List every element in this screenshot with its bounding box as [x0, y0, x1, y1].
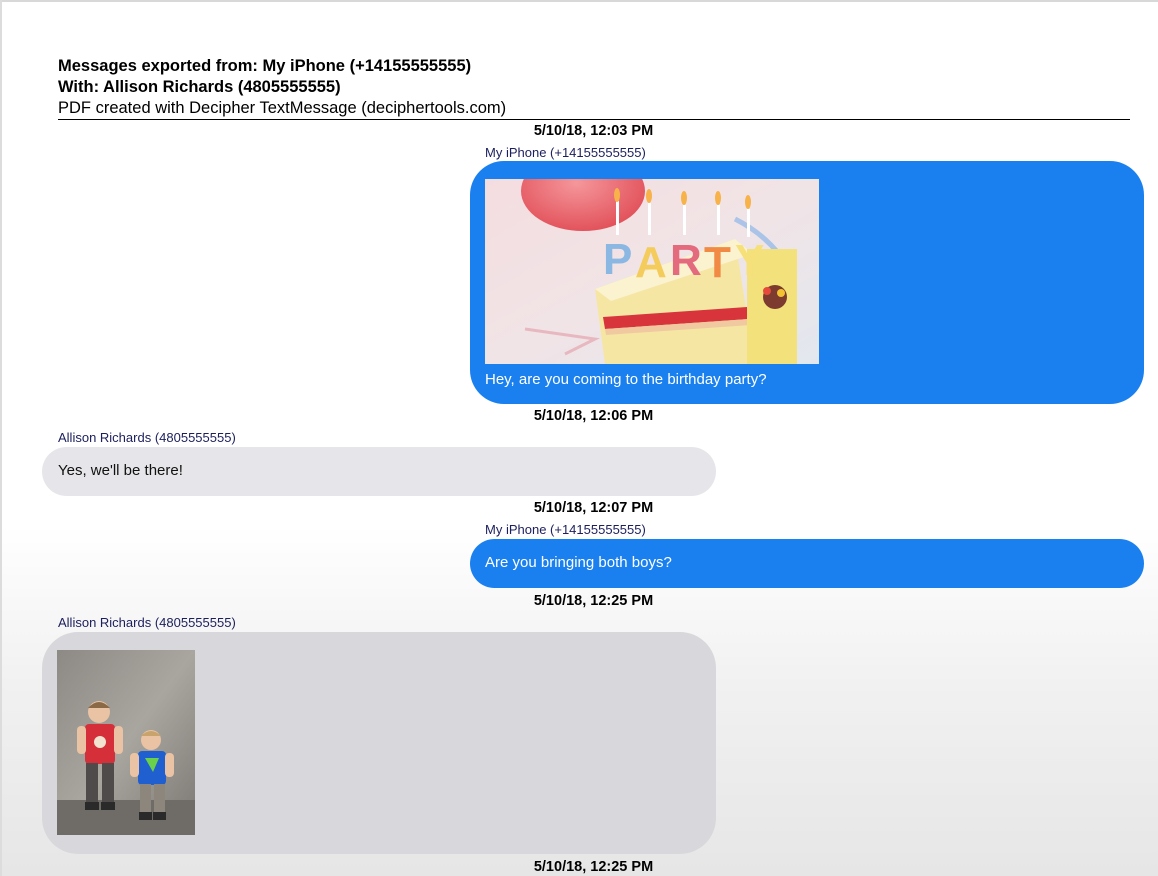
message-sender: Allison Richards (4805555555)	[58, 615, 236, 630]
message-sender: Allison Richards (4805555555)	[58, 430, 236, 445]
svg-text:Y: Y	[735, 236, 764, 285]
message-text: Yes, we'll be there!	[58, 462, 183, 479]
party-cake-photo[interactable]: P A R T Y	[485, 179, 819, 364]
message-timestamp: 5/10/18, 12:07 PM	[533, 500, 654, 516]
svg-text:A: A	[635, 238, 667, 287]
incoming-message-bubble[interactable]	[42, 632, 716, 854]
message-text: Hey, are you coming to the birthday part…	[485, 371, 767, 388]
two-boys-image	[57, 650, 195, 835]
message-text: Are you bringing both boys?	[485, 554, 672, 571]
outgoing-message-bubble[interactable]: P A R T Y Hey, are you coming to the bir…	[470, 161, 1144, 404]
svg-text:P: P	[603, 235, 632, 284]
page-top-edge	[0, 0, 1158, 2]
header-divider	[58, 119, 1130, 120]
svg-text:R: R	[670, 236, 702, 285]
message-sender: My iPhone (+14155555555)	[485, 145, 646, 160]
party-cake-image: P A R T Y	[485, 179, 819, 364]
message-timestamp: 5/10/18, 12:25 PM	[533, 593, 654, 609]
conversation-partner-line: With: Allison Richards (4805555555)	[58, 78, 341, 96]
message-sender: My iPhone (+14155555555)	[485, 522, 646, 537]
export-source-line: Messages exported from: My iPhone (+1415…	[58, 57, 472, 75]
message-timestamp: 5/10/18, 12:03 PM	[533, 123, 654, 139]
pdf-creator-line: PDF created with Decipher TextMessage (d…	[58, 99, 507, 117]
svg-text:T: T	[704, 238, 731, 287]
incoming-message-bubble[interactable]: Yes, we'll be there!	[42, 447, 716, 496]
message-timestamp: 5/10/18, 12:25 PM	[533, 859, 654, 875]
message-timestamp: 5/10/18, 12:06 PM	[533, 408, 654, 424]
two-boys-photo[interactable]	[57, 650, 195, 835]
outgoing-message-bubble[interactable]: Are you bringing both boys?	[470, 539, 1144, 588]
export-header: Messages exported from: My iPhone (+1415…	[58, 56, 1130, 119]
